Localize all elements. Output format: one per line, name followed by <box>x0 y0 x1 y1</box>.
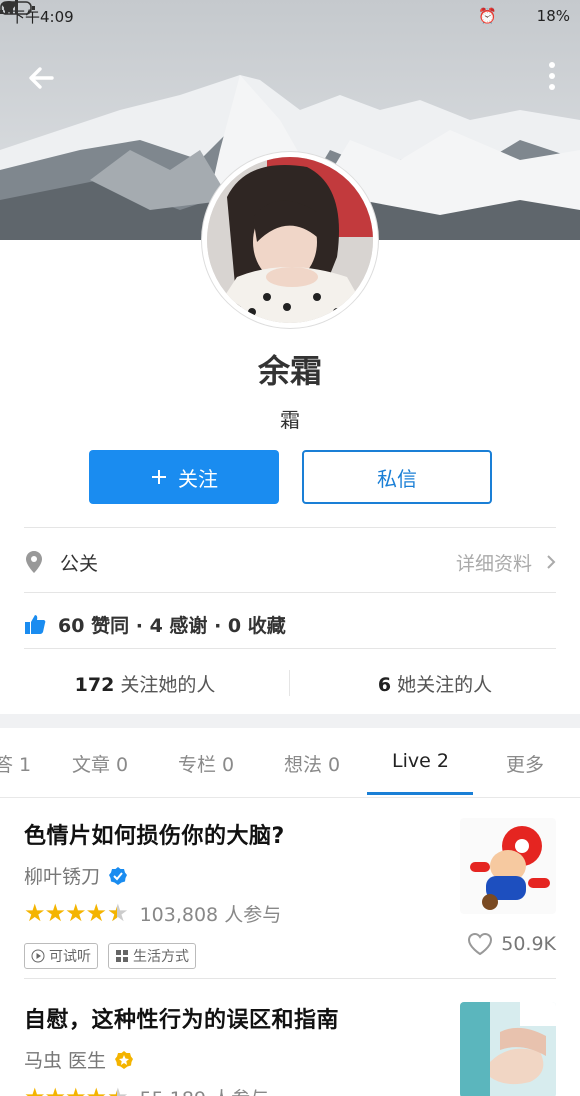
more-options-button[interactable] <box>546 62 558 94</box>
following-link[interactable]: 6 她关注的人 <box>290 670 580 697</box>
tab-thoughts[interactable]: 想法 0 <box>284 750 340 777</box>
live-thumbnail <box>460 1002 556 1096</box>
likes-count: 60 <box>58 614 85 637</box>
play-icon <box>31 949 45 963</box>
vertical-divider <box>289 670 290 696</box>
tab-live[interactable]: Live 2 <box>392 750 449 772</box>
info-row[interactable]: 公关 详细资料 <box>24 540 556 584</box>
status-time: 下午4:09 <box>10 7 74 26</box>
likes-count: 50.9K <box>501 933 556 955</box>
divider <box>24 648 556 649</box>
profile-field: 公关 <box>60 552 99 575</box>
like-button[interactable]: 50.9K <box>467 932 556 956</box>
tag-preview[interactable]: 可试听 <box>24 943 98 969</box>
plus-icon <box>152 470 166 484</box>
gold-badge-icon <box>115 1050 134 1069</box>
tab-columns[interactable]: 专栏 0 <box>178 750 234 777</box>
chevron-right-icon <box>547 555 556 569</box>
rating-stars: ★★★★★★ <box>24 899 129 927</box>
divider <box>24 527 556 528</box>
profile-tabs: 答 1 文章 0 专栏 0 想法 0 Live 2 更多 <box>0 728 580 798</box>
separator: · <box>135 614 143 637</box>
tag-category[interactable]: 生活方式 <box>108 943 196 969</box>
profile-name: 余霜 <box>257 352 322 390</box>
favorites-label: 收藏 <box>247 614 286 637</box>
tag-label: 可试听 <box>49 949 91 965</box>
tab-answers[interactable]: 答 1 <box>0 750 31 777</box>
active-tab-indicator <box>367 792 473 795</box>
arrow-left-icon <box>29 67 54 89</box>
divider <box>24 978 556 979</box>
favorites-count: 0 <box>227 614 242 637</box>
grid-icon <box>116 950 128 962</box>
follow-button[interactable]: 关注 <box>89 450 279 504</box>
verified-badge-icon <box>109 866 128 885</box>
tag-label: 生活方式 <box>133 949 189 965</box>
following-label: 她关注的人 <box>397 673 493 696</box>
participants-count: 55,189 人参与 <box>140 1084 270 1096</box>
divider <box>24 592 556 593</box>
live-author: 马虫 医生 <box>24 1050 107 1072</box>
followers-link[interactable]: 172 关注她的人 <box>0 670 290 697</box>
status-bar: 下午4:09 ⏰ 18% <box>0 0 580 32</box>
tab-articles[interactable]: 文章 0 <box>72 750 128 777</box>
thanks-label: 感谢 <box>169 614 208 637</box>
participants-count: 103,808 人参与 <box>139 903 282 926</box>
detail-link[interactable]: 详细资料 <box>456 549 556 576</box>
follow-button-label: 关注 <box>178 466 218 491</box>
follow-stats-row: 172 关注她的人 6 她关注的人 <box>0 660 580 706</box>
heart-icon <box>468 932 493 956</box>
tab-more[interactable]: 更多 <box>506 750 544 777</box>
profile-bio: 霜 <box>280 408 300 432</box>
separator: · <box>214 614 222 637</box>
thumbs-up-icon <box>25 615 46 634</box>
likes-label: 赞同 <box>91 614 130 637</box>
message-button-label: 私信 <box>377 466 417 491</box>
list-item[interactable]: 自慰，这种性行为的误区和指南 马虫 医生 ★★★★★★ 55,189 人参与 <box>24 1002 556 1096</box>
followers-count: 172 <box>74 673 115 696</box>
section-separator <box>0 714 580 728</box>
achievements-row: 60 赞同 · 4 感谢 · 0 收藏 <box>24 604 556 644</box>
message-button[interactable]: 私信 <box>302 450 492 504</box>
thanks-count: 4 <box>149 614 163 637</box>
detail-link-label: 详细资料 <box>455 552 532 575</box>
battery-level: 18% <box>536 7 570 25</box>
location-pin-icon <box>26 551 42 573</box>
following-count: 6 <box>377 673 392 696</box>
list-item[interactable]: 色情片如何损伤你的大脑? 柳叶锈刀 ★★★★★★ 103,808 人参与 可试听… <box>24 818 556 978</box>
followers-label: 关注她的人 <box>120 673 216 696</box>
alarm-icon: ⏰ <box>477 7 497 25</box>
live-thumbnail <box>460 818 556 914</box>
rating-stars: ★★★★★★ <box>24 1083 129 1096</box>
avatar[interactable] <box>202 152 378 328</box>
back-button[interactable] <box>24 60 60 96</box>
live-author: 柳叶锈刀 <box>24 866 101 888</box>
